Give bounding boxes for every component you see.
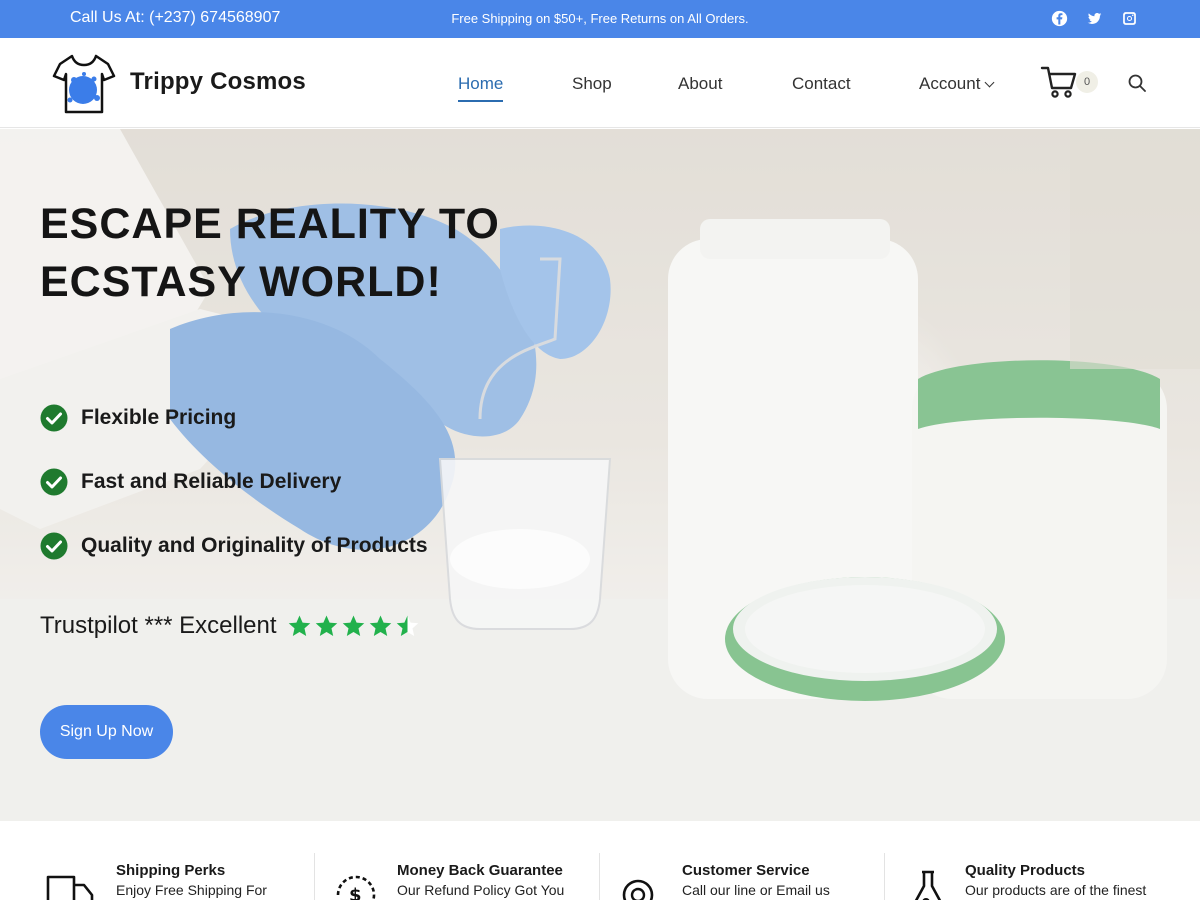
perk-desc: Our products are of the finest <box>965 882 1147 898</box>
svg-text:$: $ <box>349 885 362 900</box>
cart-count-badge[interactable]: 0 <box>1076 71 1098 93</box>
perk-title: Money Back Guarantee <box>397 862 563 879</box>
feature-item: Flexible Pricing <box>40 404 236 432</box>
delivery-truck-icon <box>46 875 94 900</box>
hero-title-line-1: ESCAPE REALITY TO <box>40 200 500 248</box>
perk-desc: Call our line or Email us <box>682 882 830 898</box>
sign-up-button[interactable]: Sign Up Now <box>40 705 173 759</box>
nav-home[interactable]: Home <box>458 74 504 102</box>
perks-strip: Shipping Perks Enjoy Free Shipping For $… <box>0 821 1200 900</box>
perk-shipping: Shipping Perks Enjoy Free Shipping For <box>116 862 267 898</box>
instagram-icon[interactable] <box>1121 10 1138 27</box>
tshirt-logo-icon[interactable] <box>52 52 116 116</box>
hero-title: ESCAPE REALITY TO ECSTASY WORLD! <box>40 195 600 311</box>
perk-money-back: Money Back Guarantee Our Refund Policy G… <box>397 862 564 898</box>
feature-item: Quality and Originality of Products <box>40 532 428 560</box>
hero-title-line-2: ECSTASY WORLD! <box>40 258 442 306</box>
twitter-icon[interactable] <box>1086 10 1103 27</box>
site-header: Trippy Cosmos Home Shop About Contact Ac… <box>0 38 1200 128</box>
flask-icon <box>914 870 942 900</box>
perk-title: Customer Service <box>682 862 810 879</box>
perk-divider <box>884 853 885 900</box>
star-icon <box>288 615 310 636</box>
perk-quality: Quality Products Our products are of the… <box>965 862 1146 898</box>
nav-account[interactable]: Account <box>919 74 995 94</box>
search-icon[interactable] <box>1127 73 1147 93</box>
check-circle-icon <box>40 532 68 560</box>
perk-divider <box>599 853 600 900</box>
social-links <box>1051 10 1138 27</box>
perk-desc: Our Refund Policy Got You <box>397 882 565 898</box>
rating-stars <box>287 614 420 639</box>
money-back-icon: $ <box>336 875 376 900</box>
perk-title: Quality Products <box>965 862 1086 879</box>
star-icon <box>396 615 418 636</box>
perk-divider <box>314 853 315 900</box>
shipping-promo: Free Shipping on $50+, Free Returns on A… <box>451 11 749 26</box>
feature-item: Fast and Reliable Delivery <box>40 468 341 496</box>
perk-title: Shipping Perks <box>116 862 226 879</box>
feature-text: Quality and Originality of Products <box>81 534 428 557</box>
star-icon <box>342 615 364 636</box>
check-circle-icon <box>40 468 68 496</box>
nav-account-label: Account <box>919 74 981 93</box>
top-bar: Call Us At: (+237) 674568907 Free Shippi… <box>0 0 1200 38</box>
feature-text: Flexible Pricing <box>81 406 237 429</box>
chevron-down-icon <box>984 77 995 88</box>
hero-banner: ESCAPE REALITY TO ECSTASY WORLD! Flexibl… <box>0 129 1200 821</box>
trustpilot-rating: Trustpilot *** Excellent <box>40 612 420 640</box>
customer-service-icon <box>622 879 654 900</box>
trustpilot-text: Trustpilot *** Excellent <box>40 612 277 639</box>
nav-about[interactable]: About <box>678 74 722 94</box>
nav-contact[interactable]: Contact <box>792 74 851 94</box>
star-icon <box>369 615 391 636</box>
check-circle-icon <box>40 404 68 432</box>
perk-desc: Enjoy Free Shipping For <box>116 882 267 898</box>
perk-customer-service: Customer Service Call our line or Email … <box>682 862 830 898</box>
nav-shop[interactable]: Shop <box>572 74 612 94</box>
star-icon <box>315 615 337 636</box>
cart-icon[interactable] <box>1040 64 1078 100</box>
feature-text: Fast and Reliable Delivery <box>81 470 342 493</box>
brand-name[interactable]: Trippy Cosmos <box>130 68 306 96</box>
facebook-icon[interactable] <box>1051 10 1068 27</box>
